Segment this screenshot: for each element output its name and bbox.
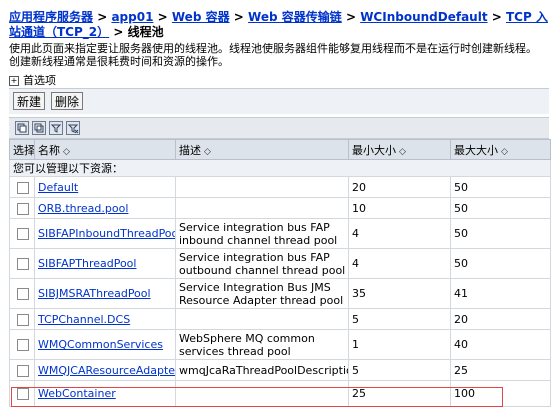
- row-checkbox[interactable]: [17, 228, 29, 240]
- breadcrumb-separator: >: [113, 25, 124, 39]
- breadcrumb-separator: >: [97, 10, 108, 24]
- row-name-link[interactable]: ORB.thread.pool: [38, 202, 128, 215]
- row-description: wmqJcaRaThreadPoolDescription: [175, 359, 349, 381]
- breadcrumb-separator: >: [233, 10, 244, 24]
- column-select: 选择: [9, 139, 35, 160]
- preferences-label: 首选项: [23, 74, 56, 87]
- row-min-size: 25: [348, 380, 451, 407]
- row-min-size: 4: [348, 248, 451, 279]
- breadcrumb-separator: >: [491, 10, 502, 24]
- group-label: 您可以管理以下资源：: [9, 159, 551, 177]
- row-description: [175, 308, 349, 330]
- row-name-link[interactable]: TCPChannel.DCS: [38, 313, 130, 326]
- row-description: [175, 197, 349, 219]
- preferences-toggle[interactable]: + 首选项: [9, 72, 56, 88]
- row-description: Service integration bus FAP outbound cha…: [175, 248, 349, 279]
- table-row: ORB.thread.pool 10 50: [9, 197, 551, 219]
- row-checkbox[interactable]: [17, 258, 29, 270]
- sort-icon[interactable]: ◇: [501, 147, 508, 157]
- row-checkbox[interactable]: [17, 339, 29, 351]
- sort-icon[interactable]: ◇: [63, 147, 70, 157]
- table-row: TCPChannel.DCS 5 20: [9, 308, 551, 330]
- select-all-icon[interactable]: [15, 121, 29, 135]
- new-button[interactable]: 新建: [13, 92, 46, 110]
- row-max-size: 50: [450, 218, 551, 249]
- breadcrumb-app01[interactable]: app01: [111, 10, 153, 24]
- sort-icon[interactable]: ◇: [399, 147, 406, 157]
- group-row: 您可以管理以下资源：: [9, 159, 551, 177]
- page-description: 使用此页面来指定要让服务器使用的线程池。线程池使服务器组件能够复用线程而不是在运…: [9, 42, 537, 68]
- row-min-size: 5: [348, 308, 451, 330]
- row-name-link[interactable]: Default: [38, 181, 78, 194]
- row-description: [175, 380, 349, 407]
- row-name-link[interactable]: SIBFAPInboundThreadPool: [38, 227, 175, 240]
- row-min-size: 4: [348, 218, 451, 249]
- table-row: Default 20 50: [9, 176, 551, 198]
- table-row: WMQJCAResourceAdapter wmqJcaRaThreadPool…: [9, 359, 551, 381]
- delete-button[interactable]: 删除: [51, 92, 84, 110]
- breadcrumb-web-container[interactable]: Web 容器: [172, 10, 230, 24]
- breadcrumb-separator: >: [157, 10, 168, 24]
- row-max-size: 20: [450, 308, 551, 330]
- row-checkbox[interactable]: [17, 202, 29, 215]
- breadcrumb-current: 线程池: [127, 25, 164, 39]
- breadcrumb-web-container-chains[interactable]: Web 容器传输链: [248, 10, 342, 24]
- breadcrumb: 应用程序服务器 > app01 > Web 容器 > Web 容器传输链 > W…: [9, 10, 549, 40]
- row-max-size: 50: [450, 248, 551, 279]
- table-row: SIBJMSRAThreadPool Service Integration B…: [9, 278, 551, 309]
- breadcrumb-wcinbounddefault[interactable]: WCInboundDefault: [360, 10, 487, 24]
- row-min-size: 35: [348, 278, 451, 309]
- sort-icon[interactable]: ◇: [204, 147, 211, 157]
- row-min-size: 20: [348, 176, 451, 198]
- table-row: SIBFAPThreadPool Service integration bus…: [9, 248, 551, 279]
- table-header-row: 选择 名称 ◇ 描述 ◇ 最小大小 ◇ 最大大小 ◇: [9, 139, 551, 160]
- row-description: WebSphere MQ common services thread pool: [175, 329, 349, 360]
- expand-icon: +: [9, 76, 19, 86]
- thread-pool-table: 选择 名称 ◇ 描述 ◇ 最小大小 ◇ 最大大小 ◇ 您可以管理以下资源： Defaul…: [9, 139, 551, 407]
- row-checkbox[interactable]: [17, 313, 29, 326]
- row-name-link[interactable]: WebContainer: [38, 387, 116, 400]
- row-max-size: 40: [450, 329, 551, 360]
- button-bar: 新建 删除: [9, 88, 549, 114]
- row-min-size: 1: [348, 329, 451, 360]
- row-description: Service integration bus FAP inbound chan…: [175, 218, 349, 249]
- row-checkbox[interactable]: [17, 364, 29, 377]
- row-max-size: 100: [450, 380, 551, 407]
- table-row: SIBFAPInboundThreadPool Service integrat…: [9, 218, 551, 249]
- row-description: Service Integration Bus JMS Resource Ada…: [175, 278, 349, 309]
- row-checkbox[interactable]: [17, 181, 29, 194]
- row-description: [175, 176, 349, 198]
- column-max-size[interactable]: 最大大小 ◇: [450, 139, 551, 160]
- deselect-all-icon[interactable]: [32, 121, 46, 135]
- table-row: WebContainer 25 100: [9, 380, 551, 407]
- row-name-link[interactable]: WMQCommonServices: [38, 338, 163, 351]
- row-min-size: 10: [348, 197, 451, 219]
- column-name[interactable]: 名称 ◇: [34, 139, 176, 160]
- row-checkbox[interactable]: [17, 388, 29, 400]
- clear-filter-icon[interactable]: [66, 121, 80, 135]
- table-toolbar: [9, 117, 549, 139]
- breadcrumb-separator: >: [345, 10, 356, 24]
- row-max-size: 50: [450, 176, 551, 198]
- row-name-link[interactable]: SIBJMSRAThreadPool: [38, 287, 151, 300]
- column-description[interactable]: 描述 ◇: [175, 139, 349, 160]
- row-checkbox[interactable]: [17, 288, 29, 300]
- show-filter-icon[interactable]: [49, 121, 63, 135]
- row-max-size: 41: [450, 278, 551, 309]
- row-name-link[interactable]: SIBFAPThreadPool: [38, 257, 136, 270]
- row-name-link[interactable]: WMQJCAResourceAdapter: [38, 364, 175, 377]
- row-max-size: 25: [450, 359, 551, 381]
- table-row: WMQCommonServices WebSphere MQ common se…: [9, 329, 551, 360]
- column-min-size[interactable]: 最小大小 ◇: [348, 139, 451, 160]
- breadcrumb-app-servers[interactable]: 应用程序服务器: [9, 10, 93, 24]
- row-max-size: 50: [450, 197, 551, 219]
- row-min-size: 5: [348, 359, 451, 381]
